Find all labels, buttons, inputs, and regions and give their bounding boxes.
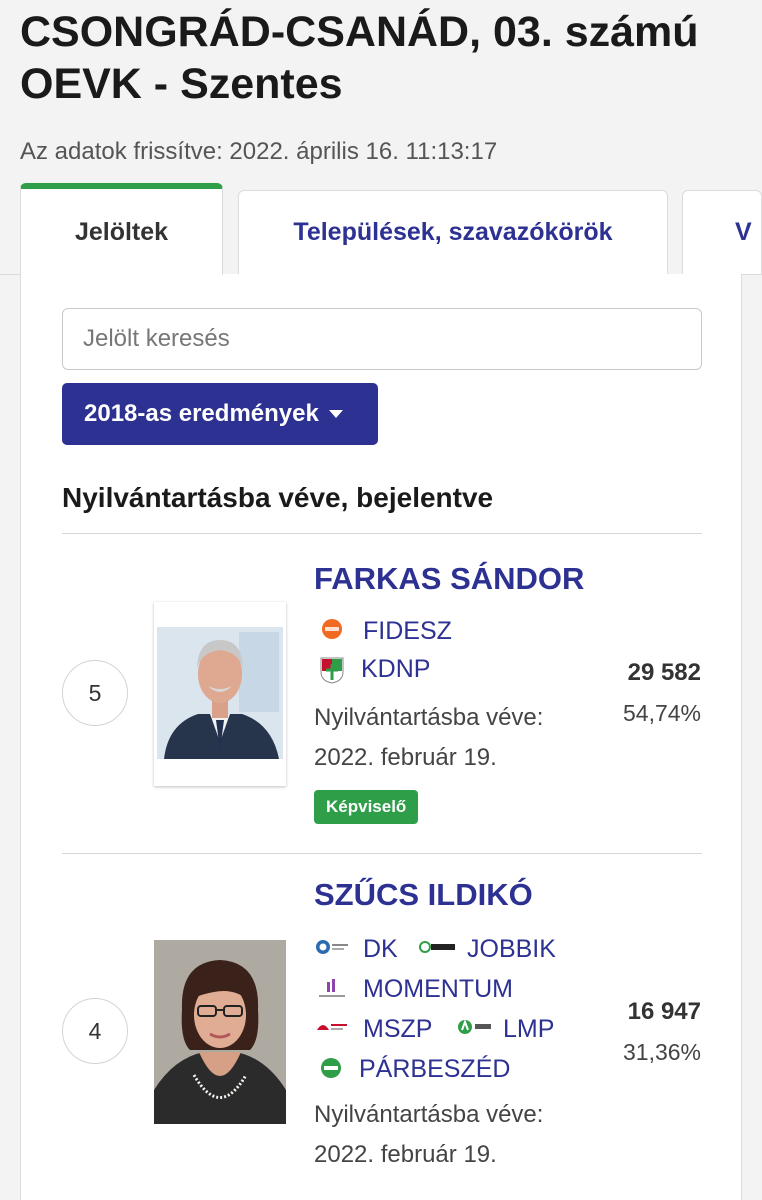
lmp-logo-icon bbox=[457, 1016, 497, 1044]
party-name: KDNP bbox=[361, 655, 431, 683]
party-jobbik[interactable]: JOBBIK bbox=[419, 935, 556, 964]
parbeszed-logo-icon bbox=[319, 1056, 345, 1084]
registration-date: 2022. február 19. bbox=[314, 744, 497, 771]
updated-timestamp: Az adatok frissítve: 2022. április 16. 1… bbox=[20, 138, 498, 165]
portrait-image bbox=[154, 602, 286, 786]
candidate-name[interactable]: SZŰCS ILDIKÓ bbox=[314, 877, 533, 913]
candidate-name[interactable]: FARKAS SÁNDOR bbox=[314, 561, 584, 597]
tab-label: Jelöltek bbox=[74, 217, 169, 246]
party-momentum[interactable]: MOMENTUM bbox=[315, 975, 513, 1004]
portrait-image bbox=[154, 940, 286, 1124]
party-mszp[interactable]: MSZP bbox=[315, 1015, 432, 1044]
tab-candidates[interactable]: Jelöltek bbox=[20, 183, 223, 275]
caret-down-icon bbox=[328, 410, 343, 418]
registration-info: Nyilvántartásba véve: 2022. február 19. bbox=[314, 1095, 543, 1175]
elected-badge: Képviselő bbox=[314, 790, 419, 824]
dk-logo-icon bbox=[315, 936, 349, 964]
fidesz-logo-icon bbox=[321, 618, 349, 646]
party-name: FIDESZ bbox=[363, 617, 452, 645]
vote-percent: 31,36% bbox=[622, 1039, 701, 1065]
candidate-photo[interactable] bbox=[154, 940, 286, 1124]
party-parbeszed[interactable]: PÁRBESZÉD bbox=[319, 1055, 510, 1084]
section-title: Nyilvántartásba véve, bejelentve bbox=[62, 482, 494, 513]
party-name: MOMENTUM bbox=[363, 975, 513, 1003]
registration-date: 2022. február 19. bbox=[314, 1141, 497, 1168]
mszp-logo-icon bbox=[315, 1016, 349, 1044]
registration-info: Nyilvántartásba véve: 2022. február 19. bbox=[314, 698, 543, 778]
party-fidesz[interactable]: FIDESZ bbox=[321, 617, 452, 646]
tab-label: Települések, szavazókörök bbox=[293, 218, 613, 246]
party-name: DK bbox=[363, 935, 398, 963]
vote-percent: 54,74% bbox=[622, 700, 701, 726]
candidate-card: 5 FARKAS SÁNDOR FIDESZ KDNP Nyilvántartá… bbox=[21, 533, 743, 853]
page-title: CSONGRÁD-CSANÁD, 03. számú OEVK - Szente… bbox=[20, 8, 699, 108]
tab-label: V bbox=[735, 218, 752, 246]
candidates-panel: 2018-as eredmények Nyilvántartásba véve,… bbox=[20, 274, 742, 1200]
kdnp-logo-icon bbox=[319, 656, 347, 684]
party-lmp[interactable]: LMP bbox=[457, 1015, 554, 1044]
party-kdnp[interactable]: KDNP bbox=[319, 655, 430, 684]
candidate-search-input[interactable] bbox=[62, 308, 702, 370]
candidate-number: 5 bbox=[62, 660, 128, 726]
party-name: PÁRBESZÉD bbox=[359, 1055, 511, 1083]
registration-label: Nyilvántartásba véve: bbox=[314, 704, 544, 731]
jobbik-logo-icon bbox=[419, 936, 457, 964]
tab-more[interactable]: V bbox=[682, 190, 762, 274]
tab-settlements[interactable]: Települések, szavazókörök bbox=[238, 190, 668, 274]
party-name: JOBBIK bbox=[467, 935, 556, 963]
candidate-number: 4 bbox=[62, 998, 128, 1064]
results-dropdown-button[interactable]: 2018-as eredmények bbox=[62, 383, 378, 445]
vote-count: 29 582 bbox=[627, 659, 701, 686]
candidate-photo[interactable] bbox=[154, 602, 286, 786]
vote-count: 16 947 bbox=[627, 998, 701, 1025]
registration-label: Nyilvántartásba véve: bbox=[314, 1101, 544, 1128]
candidate-card: 4 SZŰCS ILDIKÓ DK JOBBIK MOMENTUM MSZP L… bbox=[21, 853, 743, 1193]
party-name: LMP bbox=[503, 1015, 555, 1043]
party-dk[interactable]: DK bbox=[315, 935, 398, 964]
dropdown-label: 2018-as eredmények bbox=[84, 400, 319, 427]
party-name: MSZP bbox=[363, 1015, 433, 1043]
momentum-logo-icon bbox=[315, 976, 349, 1004]
